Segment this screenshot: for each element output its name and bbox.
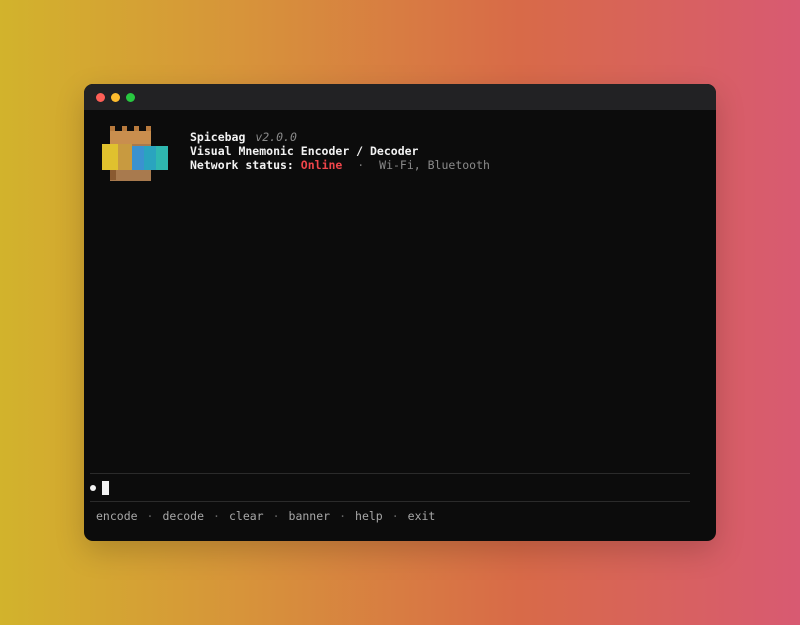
- command-prompt[interactable]: [90, 481, 109, 495]
- network-status-value: Online: [300, 158, 343, 172]
- prompt-bullet-icon: [90, 485, 96, 491]
- app-name: Spicebag: [190, 130, 246, 144]
- text-cursor: [102, 481, 109, 495]
- spice-bag-icon: [102, 126, 170, 182]
- status-separator: ·: [357, 158, 365, 172]
- banner: Spicebag v2.0.0 Visual Mnemonic Encoder …: [102, 126, 490, 182]
- command-encode[interactable]: encode: [96, 509, 138, 523]
- zoom-window-button[interactable]: [126, 92, 135, 102]
- command-separator: ·: [339, 509, 347, 523]
- close-window-button[interactable]: [96, 92, 105, 102]
- command-separator: ·: [391, 509, 399, 523]
- command-separator: ·: [213, 509, 220, 523]
- network-channels: Wi-Fi, Bluetooth: [379, 158, 490, 172]
- command-decode[interactable]: decode: [162, 509, 204, 523]
- command-banner[interactable]: banner: [289, 509, 331, 523]
- prompt-divider-top: [90, 473, 690, 474]
- network-status-label: Network status:: [190, 158, 294, 172]
- terminal-window: Spicebag v2.0.0 Visual Mnemonic Encoder …: [84, 84, 716, 541]
- prompt-divider-bottom: [90, 501, 690, 502]
- title-bar: [84, 84, 716, 110]
- app-version: v2.0.0: [255, 130, 297, 144]
- minimize-window-button[interactable]: [111, 92, 120, 102]
- command-separator: ·: [146, 509, 154, 523]
- command-separator: ·: [272, 509, 280, 523]
- command-exit[interactable]: exit: [408, 509, 436, 523]
- command-bar: encode · decode · clear · banner · help · exit: [96, 509, 435, 523]
- command-help[interactable]: help: [355, 509, 383, 523]
- command-clear[interactable]: clear: [229, 509, 264, 523]
- app-subtitle: Visual Mnemonic Encoder / Decoder: [190, 144, 419, 158]
